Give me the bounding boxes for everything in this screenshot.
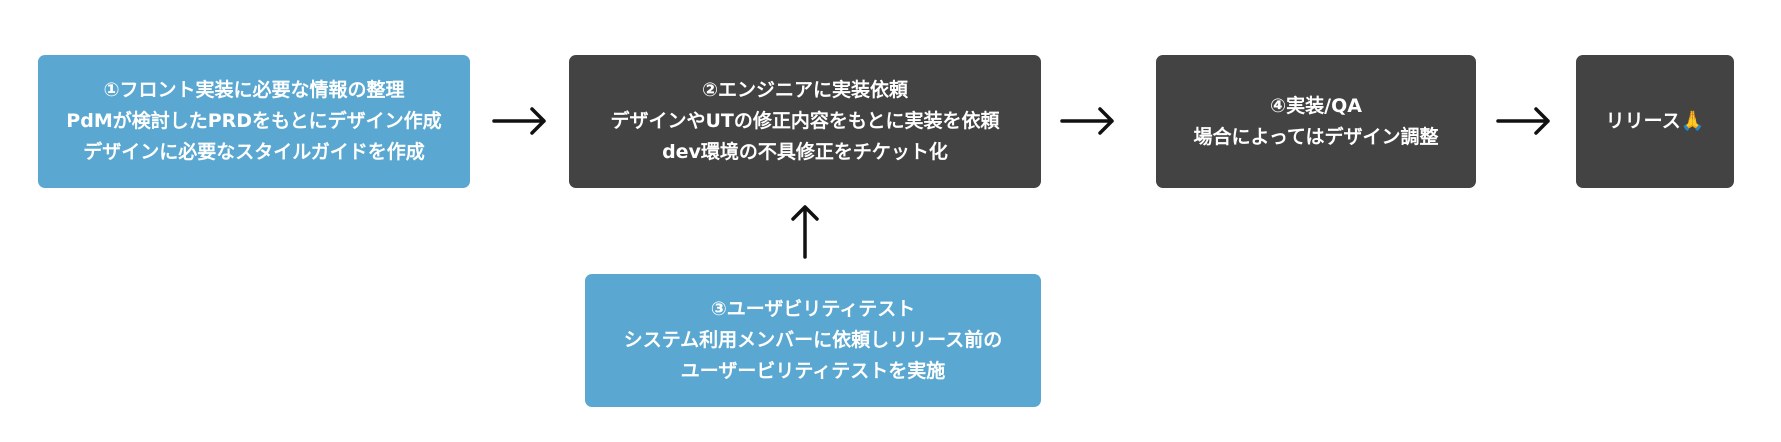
step4-line-2: 場合によってはデザイン調整 [1193, 125, 1439, 148]
arrow-step2-to-step4 [1060, 107, 1114, 135]
step5-title: リリース🙏 [1605, 110, 1705, 132]
step3-title: ③ユーザビリティテスト [710, 298, 916, 320]
step5-node: リリース🙏 [1576, 55, 1734, 188]
step1-line-3: デザインに必要なスタイルガイドを作成 [83, 141, 425, 163]
step3-line-2: システム利用メンバーに依頼しリリース前の [623, 329, 1003, 351]
step3-node: ③ユーザビリティテスト システム利用メンバーに依頼しリリース前の ユーザービリテ… [585, 274, 1041, 407]
arrow-step3-to-step2 [791, 205, 819, 259]
step1-node: ①フロント実装に必要な情報の整理 PdMが検討したPRDをもとにデザイン作成 デ… [38, 55, 470, 188]
step1-line-2: PdMが検討したPRDをもとにデザイン作成 [66, 110, 442, 132]
step1-title: ①フロント実装に必要な情報の整理 [103, 79, 405, 101]
step2-line-3: dev環境の不具修正をチケット化 [662, 141, 948, 163]
step4-title: ④実装/QA [1270, 94, 1362, 117]
step2-line-2: デザインやUTの修正内容をもとに実装を依頼 [610, 110, 1000, 132]
step4-node: ④実装/QA 場合によってはデザイン調整 [1156, 55, 1476, 188]
step3-line-3: ユーザービリティテストを実施 [680, 360, 946, 382]
arrow-step4-to-step5 [1496, 107, 1550, 135]
arrow-step1-to-step2 [492, 107, 546, 135]
step2-node: ②エンジニアに実装依頼 デザインやUTの修正内容をもとに実装を依頼 dev環境の… [569, 55, 1041, 188]
step2-title: ②エンジニアに実装依頼 [701, 79, 909, 101]
